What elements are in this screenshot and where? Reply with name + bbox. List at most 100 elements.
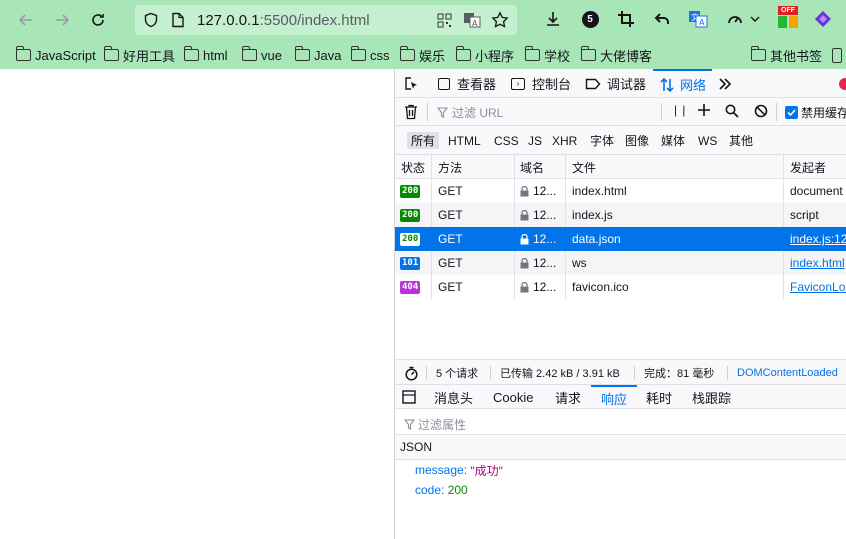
table-row[interactable]: 200 GET 12... index.html document [395, 179, 846, 203]
translate-extension-button[interactable]: 文A [687, 8, 709, 30]
table-row[interactable]: 200 GET 12... data.json index.js:12 [395, 227, 846, 251]
method-cell: GET [438, 256, 463, 270]
bookmark-folder-javascript[interactable]: JavaScript [16, 45, 96, 65]
disable-cache-checkbox[interactable]: 禁用缓存 [785, 98, 846, 126]
element-picker-button[interactable] [403, 69, 419, 98]
mobile-bookmarks[interactable] [832, 45, 842, 65]
summary-divider [426, 366, 427, 380]
extension-badge-button[interactable]: 5 [579, 8, 601, 30]
bookmark-folder-html[interactable]: html [184, 45, 228, 65]
json-row-message[interactable]: message: "成功" [415, 460, 503, 480]
filter-fonts[interactable]: 字体 [586, 132, 618, 149]
initiator-cell[interactable]: index.html [790, 251, 846, 275]
back-button[interactable] [14, 8, 38, 32]
search-icon [725, 104, 739, 118]
filter-xhr[interactable]: XHR [548, 132, 581, 149]
browser-chrome: 127.0.0.1:5500/index.html A 5 文A OFF Jav… [0, 0, 846, 69]
column-domain[interactable]: 域名 [520, 155, 560, 179]
filter-css[interactable]: CSS [490, 132, 523, 149]
tab-response[interactable]: 响应 [591, 385, 638, 409]
filter-html[interactable]: HTML [444, 132, 485, 149]
url-bar[interactable]: 127.0.0.1:5500/index.html A [135, 5, 517, 35]
translate-icon[interactable]: A [463, 12, 481, 28]
pause-button[interactable]: ❘❘ [671, 104, 688, 117]
performance-button[interactable] [404, 360, 419, 386]
tab-console[interactable]: › 控制台 [511, 69, 571, 98]
reload-button[interactable] [86, 8, 110, 32]
initiator-cell[interactable]: FaviconLo... [790, 275, 846, 299]
tab-inspector[interactable]: 查看器 [438, 69, 496, 98]
search-button[interactable] [725, 104, 739, 121]
tab-network[interactable]: 网络 [653, 69, 713, 98]
purple-extension-button[interactable] [812, 8, 834, 30]
tab-stack-trace[interactable]: 栈跟踪 [692, 385, 731, 409]
bookmark-folder-java[interactable]: Java [295, 45, 341, 65]
column-status[interactable]: 状态 [401, 155, 431, 179]
filter-url-input[interactable]: 过滤 URL [437, 98, 659, 126]
bookmark-folder-entertainment[interactable]: 娱乐 [400, 45, 445, 65]
clear-button[interactable] [404, 104, 418, 123]
filter-other[interactable]: 其他 [725, 132, 757, 149]
filter-ws[interactable]: WS [694, 132, 721, 149]
undo-extension-button[interactable] [651, 8, 673, 30]
tab-timings[interactable]: 耗时 [646, 385, 672, 409]
other-bookmarks[interactable]: 其他书签 [751, 45, 822, 65]
column-divider[interactable] [565, 155, 566, 179]
filter-media[interactable]: 媒体 [657, 132, 689, 149]
speed-extension-button[interactable] [724, 8, 746, 30]
add-button[interactable] [697, 103, 711, 120]
star-icon[interactable] [491, 11, 509, 29]
column-divider [431, 275, 432, 299]
off-extension-button[interactable]: OFF [777, 6, 799, 28]
column-method[interactable]: 方法 [438, 155, 508, 179]
status-cell: 404 [400, 275, 430, 299]
table-row[interactable]: 101 GET 12... ws index.html [395, 251, 846, 275]
file-cell: data.json [572, 232, 621, 246]
extension-dropdown-button[interactable] [748, 8, 762, 30]
tab-label: 查看器 [457, 77, 497, 92]
json-section-header[interactable]: JSON [395, 435, 846, 460]
bookmark-folder-tools[interactable]: 好用工具 [104, 45, 175, 65]
tab-cookie[interactable]: Cookie [493, 385, 533, 409]
column-file[interactable]: 文件 [572, 155, 772, 179]
chevron-down-icon [750, 16, 760, 22]
status-badge: 200 [400, 232, 421, 246]
bookmark-folder-blogs[interactable]: 大佬博客 [581, 45, 652, 65]
table-row[interactable]: 404 GET 12... favicon.ico FaviconLo... [395, 275, 846, 299]
downloads-button[interactable] [542, 8, 564, 30]
bookmark-folder-miniprogram[interactable]: 小程序 [456, 45, 514, 65]
column-divider[interactable] [783, 155, 784, 179]
filter-properties-input[interactable]: 过滤属性 [395, 409, 846, 435]
column-divider[interactable] [431, 155, 432, 179]
crop-extension-button[interactable] [615, 8, 637, 30]
request-count: 5 个请求 [436, 368, 479, 380]
tab-request[interactable]: 请求 [555, 385, 581, 409]
error-indicator[interactable] [839, 69, 846, 98]
column-initiator[interactable]: 发起者 [790, 155, 846, 179]
shield-icon[interactable] [143, 12, 159, 28]
filter-all[interactable]: 所有 [407, 132, 440, 149]
toggle-details-button[interactable] [402, 385, 416, 409]
page-icon[interactable] [171, 12, 185, 28]
bookmark-folder-css[interactable]: css [351, 45, 390, 65]
more-tabs-button[interactable] [718, 69, 732, 98]
column-divider[interactable] [514, 155, 515, 179]
initiator-cell[interactable]: index.js:12 [790, 227, 846, 251]
column-divider [783, 203, 784, 227]
filter-js[interactable]: JS [524, 132, 546, 149]
table-row[interactable]: 200 GET 12... index.js script [395, 203, 846, 227]
json-row-code[interactable]: code: 200 [415, 480, 468, 500]
bookmark-folder-school[interactable]: 学校 [525, 45, 570, 65]
lock-icon [520, 281, 529, 292]
network-arrows-icon [660, 77, 674, 92]
tab-headers[interactable]: 消息头 [434, 385, 473, 409]
folder-icon [581, 46, 596, 61]
block-button[interactable] [754, 104, 768, 121]
filter-images[interactable]: 图像 [621, 132, 653, 149]
forward-button[interactable] [50, 8, 74, 32]
qr-code-icon[interactable] [437, 13, 452, 28]
file-cell: ws [572, 256, 587, 270]
status-badge: 101 [400, 256, 421, 270]
bookmark-folder-vue[interactable]: vue [242, 45, 282, 65]
tab-debugger[interactable]: 调试器 [585, 69, 646, 98]
